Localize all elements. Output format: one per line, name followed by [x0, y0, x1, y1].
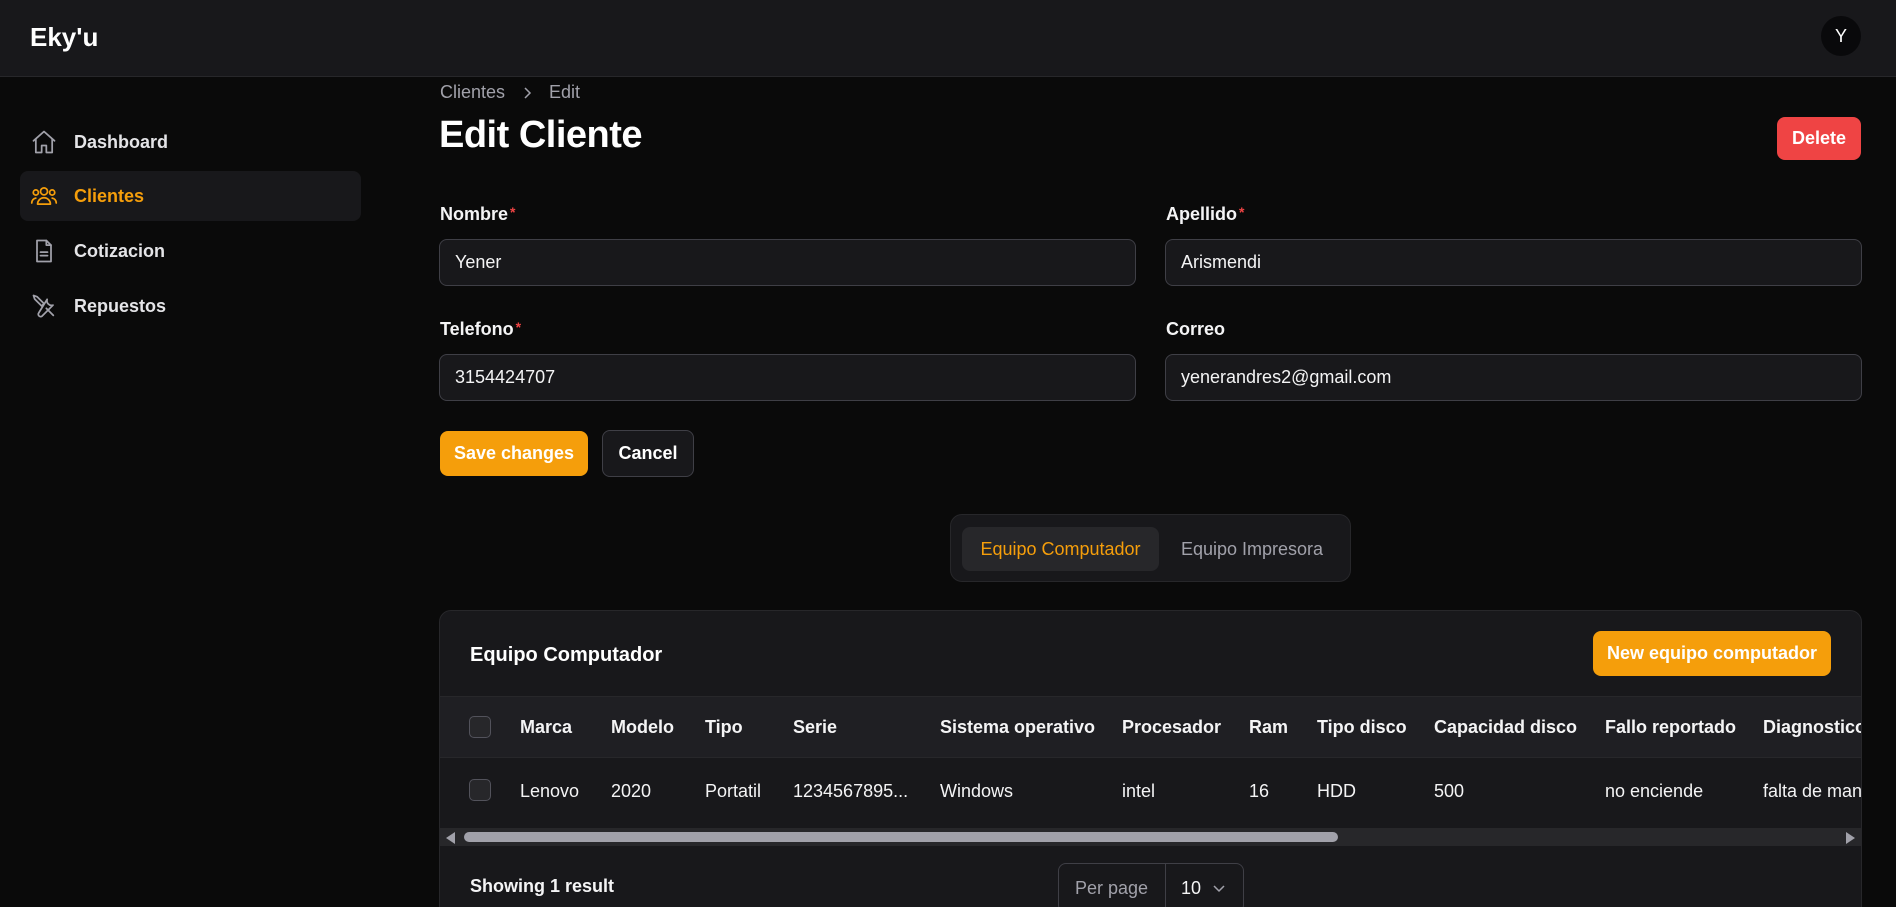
top-bar: Eky'u Y: [0, 0, 1896, 77]
column-header-serie[interactable]: Serie: [793, 697, 837, 757]
cell-procesador: intel: [1122, 780, 1156, 801]
column-header-marca[interactable]: Marca: [520, 697, 572, 757]
column-header-tipo[interactable]: Tipo: [705, 697, 743, 757]
column-header-modelo[interactable]: Modelo: [611, 697, 674, 757]
cell-diagnostico: falta de man: [1763, 780, 1862, 801]
brand-logo[interactable]: Eky'u: [30, 22, 98, 53]
column-header-sistema-operativo[interactable]: Sistema operativo: [940, 697, 1095, 757]
horizontal-scrollbar[interactable]: [440, 828, 1861, 846]
sidebar-item-cotizacion[interactable]: Cotizacion: [20, 226, 361, 276]
column-header-fallo-reportado[interactable]: Fallo reportado: [1605, 697, 1736, 757]
delete-button[interactable]: Delete: [1777, 117, 1861, 160]
cell-fallo-reportado: no enciende: [1605, 780, 1704, 801]
telefono-field[interactable]: 3154424707: [439, 354, 1136, 401]
nombre-label-text: Nombre: [440, 204, 509, 224]
telefono-label-text: Telefono: [440, 319, 514, 339]
sidebar-item-dashboard[interactable]: Dashboard: [20, 117, 361, 167]
home-icon: [32, 130, 56, 154]
relation-tabs: Equipo Computador Equipo Impresora: [950, 514, 1351, 582]
cell-ram: 16: [1249, 780, 1270, 801]
row-checkbox[interactable]: [469, 779, 491, 801]
correo-label: Correo: [1166, 319, 1226, 339]
per-page-select[interactable]: Per page 10: [1058, 863, 1244, 907]
chevron-down-icon[interactable]: [1211, 880, 1227, 896]
scroll-left-arrow-icon[interactable]: [446, 832, 455, 844]
save-changes-button[interactable]: Save changes: [440, 431, 588, 476]
column-header-capacidad-disco[interactable]: Capacidad disco: [1434, 697, 1577, 757]
correo-field[interactable]: yenerandres2@gmail.com: [1165, 354, 1862, 401]
cell-sistema-operativo: Windows: [940, 780, 1014, 801]
telefono-label: Telefono *: [440, 319, 521, 340]
apellido-field[interactable]: Arismendi: [1165, 239, 1862, 286]
breadcrumb-parent[interactable]: Clientes: [440, 82, 505, 103]
select-all-checkbox[interactable]: [469, 716, 491, 738]
per-page-divider: [1165, 864, 1166, 907]
sidebar-item-label: Dashboard: [74, 131, 169, 152]
sidebar-item-repuestos[interactable]: Repuestos: [20, 281, 361, 331]
sidebar: Dashboard Clientes Cotizacion Repuestos: [0, 77, 380, 907]
cell-marca: Lenovo: [520, 780, 580, 801]
cell-modelo: 2020: [611, 780, 652, 801]
page-title: Edit Cliente: [439, 114, 643, 156]
scroll-right-arrow-icon[interactable]: [1846, 832, 1855, 844]
sidebar-item-clientes[interactable]: Clientes: [20, 171, 361, 221]
cell-tipo: Portatil: [705, 780, 762, 801]
cell-tipo-disco: HDD: [1317, 780, 1356, 801]
cancel-button[interactable]: Cancel: [602, 430, 694, 477]
nombre-label: Nombre *: [440, 204, 515, 225]
breadcrumb-current: Edit: [549, 82, 581, 102]
breadcrumb: Clientes Edit: [440, 82, 580, 103]
tools-icon: [32, 294, 55, 318]
column-header-tipo-disco[interactable]: Tipo disco: [1317, 697, 1407, 757]
nombre-field[interactable]: Yener: [439, 239, 1136, 286]
column-header-procesador[interactable]: Procesador: [1122, 697, 1221, 757]
table-title: Equipo Computador: [470, 644, 663, 666]
required-mark: *: [1239, 204, 1245, 220]
user-avatar[interactable]: Y: [1821, 16, 1861, 56]
column-header-ram[interactable]: Ram: [1249, 697, 1288, 757]
required-mark: *: [515, 319, 522, 335]
table-header: Marca Modelo Tipo Serie Sistema operativ…: [440, 696, 1861, 758]
equipo-computador-table-card: Equipo Computador New equipo computador …: [439, 610, 1862, 907]
cell-capacidad-disco: 500: [1434, 780, 1465, 801]
tab-equipo-impresora[interactable]: Equipo Impresora: [1165, 527, 1339, 571]
document-icon: [36, 239, 52, 263]
table-row[interactable]: Lenovo 2020 Portatil 1234567895... Windo…: [440, 758, 1862, 824]
pagination-summary: Showing 1 result: [470, 876, 615, 896]
scrollbar-thumb[interactable]: [464, 832, 1338, 842]
per-page-label: Per page: [1075, 878, 1149, 898]
users-icon: [30, 186, 58, 206]
cell-serie: 1234567895...: [793, 780, 909, 801]
apellido-label: Apellido *: [1166, 204, 1244, 225]
sidebar-item-label: Cotizacion: [74, 240, 166, 261]
tab-equipo-computador[interactable]: Equipo Computador: [962, 527, 1159, 571]
sidebar-item-label: Repuestos: [74, 295, 167, 316]
chevron-right-icon: [524, 86, 532, 99]
new-equipo-computador-button[interactable]: New equipo computador: [1593, 631, 1831, 676]
per-page-value[interactable]: 10: [1181, 878, 1201, 899]
apellido-label-text: Apellido: [1166, 204, 1237, 224]
sidebar-item-label: Clientes: [74, 185, 145, 206]
required-mark: *: [510, 204, 516, 220]
column-header-diagnostico[interactable]: Diagnostico: [1763, 697, 1861, 757]
